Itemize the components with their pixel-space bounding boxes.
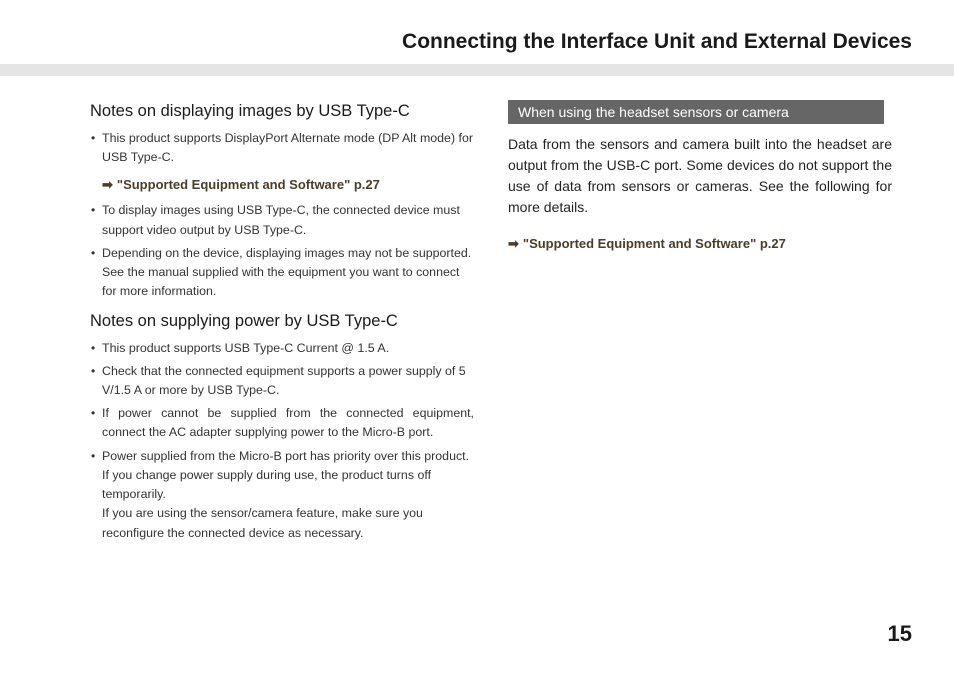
arrow-right-icon: ➡ — [102, 177, 113, 193]
list-item: To display images using USB Type-C, the … — [90, 201, 474, 239]
list-item: Check that the connected equipment suppo… — [90, 362, 474, 400]
list-item: This product supports DisplayPort Altern… — [90, 129, 474, 167]
content-columns: Notes on displaying images by USB Type-C… — [0, 76, 954, 553]
arrow-right-icon: ➡ — [508, 236, 519, 252]
body-paragraph: Data from the sensors and camera built i… — [508, 134, 892, 218]
callout-heading: When using the headset sensors or camera — [508, 100, 884, 124]
title-separator-bar — [0, 64, 954, 76]
section-heading: Notes on displaying images by USB Type-C — [90, 102, 474, 121]
manual-page: Connecting the Interface Unit and Extern… — [0, 0, 954, 673]
bullet-list: To display images using USB Type-C, the … — [90, 201, 474, 301]
list-item: Power supplied from the Micro-B port has… — [90, 447, 474, 543]
cross-reference-link[interactable]: ➡ "Supported Equipment and Software" p.2… — [508, 236, 892, 252]
cross-reference-label: "Supported Equipment and Software" p.27 — [523, 236, 786, 251]
list-item-text: Power supplied from the Micro-B port has… — [102, 449, 469, 501]
list-item: This product supports USB Type-C Current… — [90, 339, 474, 358]
section-heading: Notes on supplying power by USB Type-C — [90, 312, 474, 331]
page-title: Connecting the Interface Unit and Extern… — [0, 0, 954, 64]
right-column: When using the headset sensors or camera… — [508, 94, 892, 553]
bullet-list: This product supports DisplayPort Altern… — [90, 129, 474, 167]
list-item: Depending on the device, displaying imag… — [90, 244, 474, 302]
bullet-list: This product supports USB Type-C Current… — [90, 339, 474, 543]
page-number: 15 — [888, 621, 912, 647]
cross-reference-link[interactable]: ➡ "Supported Equipment and Software" p.2… — [102, 177, 474, 193]
cross-reference-label: "Supported Equipment and Software" p.27 — [117, 177, 380, 192]
list-item-text: If you are using the sensor/camera featu… — [102, 506, 423, 539]
list-item: If power cannot be supplied from the con… — [90, 404, 474, 442]
left-column: Notes on displaying images by USB Type-C… — [90, 94, 474, 553]
